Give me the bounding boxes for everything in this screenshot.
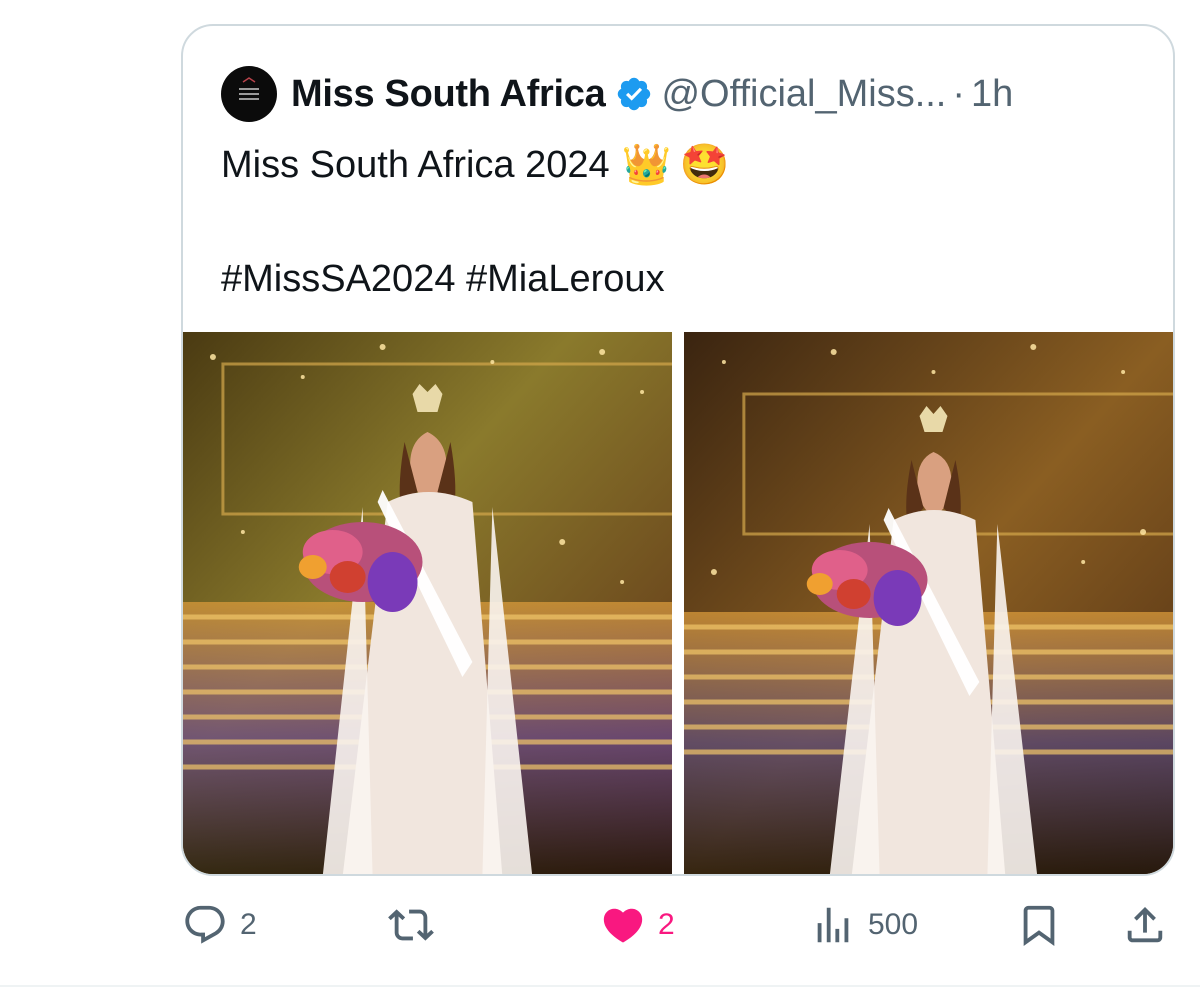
repost-button[interactable] [388, 890, 434, 960]
share-icon [1127, 906, 1163, 943]
winner-photo-2-image [684, 332, 1173, 874]
share-button[interactable] [1122, 890, 1168, 960]
like-count: 2 [658, 908, 675, 941]
media-grid [183, 332, 1173, 874]
crown-emoji-icon: 👑 [621, 143, 672, 187]
reply-icon [185, 905, 225, 944]
tweet-card[interactable]: Miss South Africa @Official_Miss... · 1h… [181, 24, 1175, 876]
views-chart-icon [817, 907, 849, 943]
reply-count: 2 [240, 908, 257, 941]
heart-filled-icon [603, 908, 643, 943]
verified-badge-icon [618, 77, 651, 111]
tweet-header: Miss South Africa @Official_Miss... · 1h [221, 66, 1013, 122]
winner-photo-1-image [183, 332, 672, 874]
miss-south-africa-logo-icon [239, 77, 259, 100]
tweet-text-line: Miss South Africa 2024 [221, 144, 610, 186]
star-struck-emoji-icon: 🤩 [679, 143, 730, 187]
avatar[interactable] [221, 66, 277, 122]
views-button[interactable]: 500 [810, 890, 918, 960]
display-name[interactable]: Miss South Africa [291, 73, 606, 116]
timestamp[interactable]: 1h [971, 73, 1013, 116]
divider [0, 985, 1200, 987]
handle[interactable]: @Official_Miss... [661, 73, 946, 116]
bookmark-button[interactable] [1016, 890, 1062, 960]
reply-button[interactable]: 2 [182, 890, 257, 960]
photo-winner-1[interactable] [183, 332, 672, 874]
tweet-text: Miss South Africa 2024 👑 🤩 [221, 142, 729, 188]
separator-dot: · [952, 72, 966, 115]
photo-winner-2[interactable] [684, 332, 1173, 874]
bookmark-icon [1023, 905, 1055, 946]
repost-icon [388, 909, 434, 941]
tweet-actions: 2 2 500 [0, 890, 1200, 960]
hashtags[interactable]: #MissSA2024 #MiaLeroux [221, 258, 665, 301]
views-count: 500 [868, 908, 919, 941]
like-button[interactable]: 2 [600, 890, 675, 960]
